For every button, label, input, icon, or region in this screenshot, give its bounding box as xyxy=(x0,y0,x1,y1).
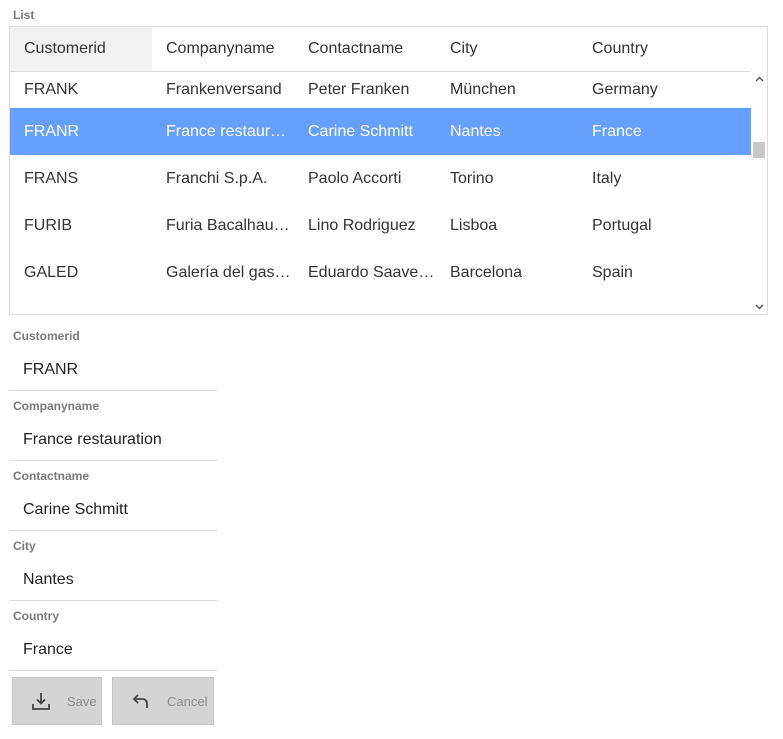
cell-city: Nantes xyxy=(450,123,501,140)
cell-customerid: FURIB xyxy=(24,217,72,234)
table-row[interactable]: FRANS Franchi S.p.A. Paolo Accorti Torin… xyxy=(10,155,751,202)
cell-companyname: Franchi S.p.A. xyxy=(166,170,268,187)
scroll-down-icon[interactable] xyxy=(751,300,767,314)
cell-companyname: France restauration xyxy=(166,123,294,140)
scrollbar-thumb[interactable] xyxy=(753,142,765,158)
cell-country: Germany xyxy=(592,81,658,98)
cell-contactname: Carine Schmitt xyxy=(308,123,413,140)
cell-customerid: GALED xyxy=(24,264,79,281)
cell-contactname: Paolo Accorti xyxy=(308,170,402,187)
undo-arrow-icon xyxy=(131,691,151,711)
grid-header: Customerid Companyname Contactname City … xyxy=(10,27,751,72)
cell-companyname: Galería del gastró… xyxy=(166,264,294,281)
vertical-scrollbar[interactable] xyxy=(751,72,767,314)
scroll-up-icon[interactable] xyxy=(751,72,767,86)
column-header-customerid[interactable]: Customerid xyxy=(10,27,152,71)
country-label: Country xyxy=(13,609,59,623)
cell-city: Torino xyxy=(450,170,494,187)
cancel-label: Cancel xyxy=(167,693,208,709)
column-header-companyname[interactable]: Companyname xyxy=(152,27,294,71)
companyname-label: Companyname xyxy=(13,399,100,413)
cell-companyname: Furia Bacalhau e … xyxy=(166,217,294,234)
city-field[interactable]: Nantes xyxy=(9,565,217,601)
cell-country: Spain xyxy=(592,264,633,281)
table-row[interactable]: FURIB Furia Bacalhau e … Lino Rodriguez … xyxy=(10,202,751,249)
list-title: List xyxy=(13,8,35,22)
cell-country: Italy xyxy=(592,170,622,187)
cell-contactname: Lino Rodriguez xyxy=(308,217,416,234)
cell-city: Barcelona xyxy=(450,264,523,281)
save-label: Save xyxy=(67,693,97,709)
cell-city: Lisboa xyxy=(450,217,498,234)
column-header-country[interactable]: Country xyxy=(578,27,751,71)
cell-contactname: Peter Franken xyxy=(308,81,410,98)
column-header-city[interactable]: City xyxy=(436,27,578,71)
grid-body: FRANK Frankenversand Peter Franken Münch… xyxy=(10,72,751,314)
customerid-field[interactable]: FRANR xyxy=(9,355,217,391)
table-row[interactable]: FRANK Frankenversand Peter Franken Münch… xyxy=(10,72,751,108)
table-row[interactable]: GALED Galería del gastró… Eduardo Saaved… xyxy=(10,249,751,296)
city-label: City xyxy=(13,539,36,553)
customer-grid: Customerid Companyname Contactname City … xyxy=(9,26,768,315)
cell-companyname: Frankenversand xyxy=(166,81,282,98)
contactname-label: Contactname xyxy=(13,469,90,483)
save-button[interactable]: Save xyxy=(12,677,102,725)
cell-customerid: FRANR xyxy=(24,123,80,140)
cell-customerid: FRANS xyxy=(24,170,79,187)
cancel-button[interactable]: Cancel xyxy=(112,677,214,725)
cell-customerid: FRANK xyxy=(24,81,79,98)
column-header-contactname[interactable]: Contactname xyxy=(294,27,436,71)
contactname-field[interactable]: Carine Schmitt xyxy=(9,495,217,531)
cell-country: France xyxy=(592,123,642,140)
country-field[interactable]: France xyxy=(9,635,217,671)
cell-country: Portugal xyxy=(592,217,652,234)
customerid-label: Customerid xyxy=(13,329,80,343)
cell-city: München xyxy=(450,81,516,98)
save-download-icon xyxy=(31,691,51,711)
companyname-field[interactable]: France restauration xyxy=(9,425,217,461)
table-row-selected[interactable]: FRANR France restauration Carine Schmitt… xyxy=(10,108,751,155)
cell-contactname: Eduardo Saavedra xyxy=(308,264,436,281)
